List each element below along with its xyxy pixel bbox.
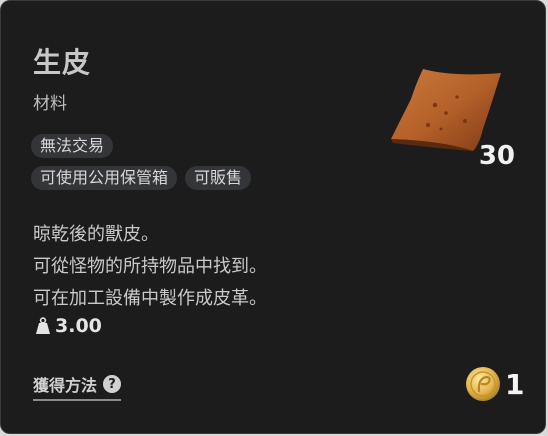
how-to-obtain-label: 獲得方法 bbox=[33, 376, 98, 395]
how-to-obtain-link[interactable]: 獲得方法 ? bbox=[33, 372, 122, 401]
tag-row: 無法交易 bbox=[31, 134, 251, 158]
tag-sellable: 可販售 bbox=[185, 166, 252, 190]
item-tooltip-card: 生皮 材料 無法交易 可使用公用保管箱 可販售 30 晾乾後的獸皮。 可從怪物的… bbox=[0, 0, 546, 434]
tag-row: 可使用公用保管箱 可販售 bbox=[31, 166, 252, 190]
item-name: 生皮 bbox=[33, 46, 92, 79]
description-line: 可從怪物的所持物品中找到。 bbox=[33, 256, 267, 277]
item-weight: 3.00 bbox=[35, 315, 102, 337]
tag-untradeable: 無法交易 bbox=[31, 134, 114, 158]
item-quantity: 30 bbox=[478, 141, 515, 171]
description-line: 晾乾後的獸皮。 bbox=[33, 224, 159, 245]
weight-icon bbox=[36, 317, 50, 334]
gold-coin-icon bbox=[466, 367, 500, 401]
help-icon[interactable]: ? bbox=[103, 375, 122, 393]
item-tags: 無法交易 可使用公用保管箱 可販售 bbox=[31, 134, 252, 198]
weight-value: 3.00 bbox=[55, 315, 102, 337]
item-category: 材料 bbox=[33, 94, 67, 114]
tag-shared-storage: 可使用公用保管箱 bbox=[31, 166, 178, 190]
item-description: 晾乾後的獸皮。 可從怪物的所持物品中找到。 可在加工設備中製作成皮革。 bbox=[33, 219, 267, 315]
coin-cost: 1 bbox=[464, 365, 524, 403]
coin-count: 1 bbox=[505, 367, 525, 401]
description-line: 可在加工設備中製作成皮革。 bbox=[33, 288, 267, 309]
